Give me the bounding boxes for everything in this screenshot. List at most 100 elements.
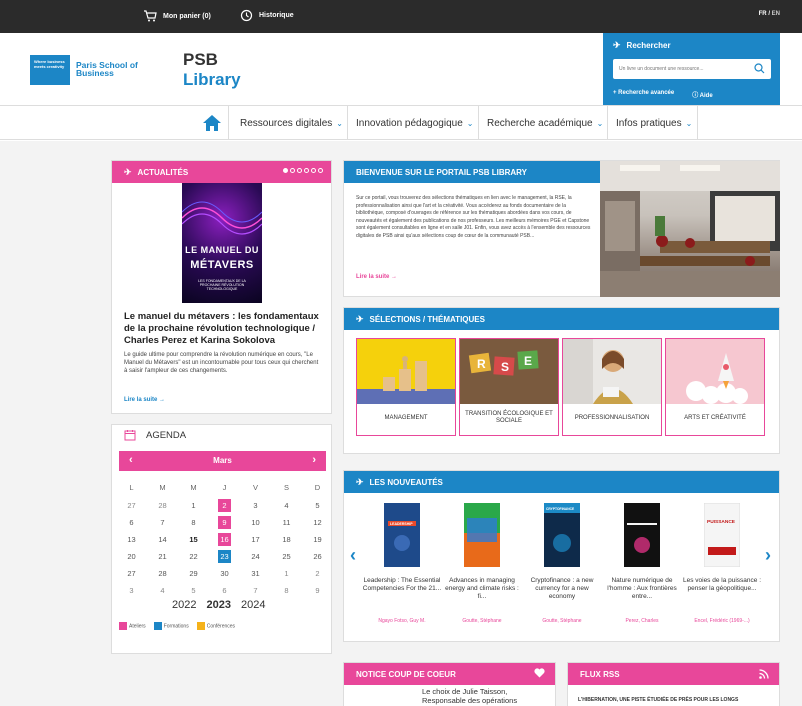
year-selector: 2022 2023 2024	[172, 599, 265, 611]
psb-logo-mark[interactable]: Where business meets creativity	[30, 55, 70, 85]
book-author[interactable]: Encel, Frédéric (1969-...)	[682, 618, 762, 624]
calendar-day[interactable]: 19	[311, 533, 324, 546]
lang-fr[interactable]: FR	[759, 11, 767, 17]
rss-item[interactable]: L'HIBERNATION, UNE PISTE ÉTUDIÉE DE PRÈS…	[578, 697, 778, 703]
calendar-day[interactable]: 8	[187, 516, 200, 529]
calendar-day[interactable]: 2	[311, 567, 324, 580]
calendar-day[interactable]: 27	[125, 499, 138, 512]
calendar-day[interactable]: 28	[156, 567, 169, 580]
calendar-day[interactable]: 12	[311, 516, 324, 529]
book-author[interactable]: Perez, Charles	[602, 618, 682, 624]
year-option[interactable]: 2022	[172, 599, 196, 611]
calendar-day[interactable]: 5	[311, 499, 324, 512]
legend-swatch	[119, 622, 127, 630]
calendar-day[interactable]: 18	[280, 533, 293, 546]
year-option[interactable]: 2024	[241, 599, 265, 611]
chevron-down-icon: ⌄	[596, 119, 604, 128]
home-icon[interactable]	[202, 114, 222, 132]
calendar-day[interactable]: 13	[125, 533, 138, 546]
calendar-day[interactable]: 7	[156, 516, 169, 529]
calendar-day[interactable]: 21	[156, 550, 169, 563]
rss-icon[interactable]	[759, 669, 769, 679]
calendar-day[interactable]: 1	[187, 499, 200, 512]
nav-separator	[697, 106, 698, 139]
calendar-day[interactable]: 3	[249, 499, 262, 512]
history-link[interactable]: Historique	[240, 9, 294, 22]
carousel-dot[interactable]	[304, 168, 309, 173]
lang-en[interactable]: EN	[772, 11, 780, 17]
calendar-day[interactable]: 4	[156, 584, 169, 597]
calendar-day[interactable]: 16	[218, 533, 231, 546]
selections-card: ✈ Sélections / Thématiques MANAGEMENT R …	[343, 307, 780, 454]
calendar-day[interactable]: 6	[218, 584, 231, 597]
library-title[interactable]: PSB Library	[183, 50, 241, 90]
book-author[interactable]: Ngayo Fotso, Guy M.	[362, 618, 442, 624]
news-title[interactable]: Le manuel du métavers : les fondamentaux…	[124, 311, 324, 347]
welcome-read-more[interactable]: Lire la suite →	[356, 274, 397, 280]
calendar-day[interactable]: 6	[125, 516, 138, 529]
calendar-day[interactable]: 24	[249, 550, 262, 563]
calendar-day[interactable]: 9	[218, 516, 231, 529]
book-author[interactable]: Goutte, Stéphane	[522, 618, 602, 624]
chevron-right-icon[interactable]: ›	[765, 545, 771, 566]
calendar-day[interactable]: 7	[249, 584, 262, 597]
calendar-day[interactable]: 28	[156, 499, 169, 512]
year-option-selected[interactable]: 2023	[206, 599, 230, 611]
calendar-day[interactable]: 5	[187, 584, 200, 597]
calendar-day[interactable]: 29	[187, 567, 200, 580]
management-image	[357, 339, 455, 404]
calendar-weekday: J	[222, 483, 227, 492]
calendar-day[interactable]: 15	[187, 533, 200, 546]
calendar-day[interactable]: 27	[125, 567, 138, 580]
calendar-day[interactable]: 14	[156, 533, 169, 546]
calendar-day[interactable]: 26	[311, 550, 324, 563]
carousel-dot[interactable]	[297, 168, 302, 173]
nav-item-practical-info[interactable]: Infos pratiques ⌄	[616, 118, 692, 129]
legend-swatch	[196, 622, 205, 630]
advanced-search-link[interactable]: + Recherche avancée	[613, 90, 674, 99]
tile-ecological-transition[interactable]: R S E TRANSITION ÉCOLOGIQUE ET SOCIALE	[459, 338, 559, 436]
carousel-dot[interactable]	[318, 168, 323, 173]
calendar-weekday: S	[283, 483, 289, 492]
calendar-day[interactable]: 1	[280, 567, 293, 580]
calendar-day[interactable]: 17	[249, 533, 262, 546]
calendar-day[interactable]: 8	[280, 584, 293, 597]
cover-line3: LES FONDAMENTAUX DE LA PROCHAINE RÉVOLUT…	[198, 279, 246, 291]
chevron-left-icon[interactable]: ‹	[350, 545, 356, 566]
calendar-day[interactable]: 31	[249, 567, 262, 580]
help-link[interactable]: ⓘ Aide	[692, 90, 712, 99]
calendar-day[interactable]: 9	[311, 584, 324, 597]
search-input[interactable]	[613, 59, 741, 79]
calendar-day[interactable]: 22	[187, 550, 200, 563]
tile-management[interactable]: MANAGEMENT	[356, 338, 456, 436]
calendar-day[interactable]: 23	[218, 550, 231, 563]
nav-separator	[347, 106, 348, 139]
nav-item-pedagogical-innovation[interactable]: Innovation pédagogique ⌄	[356, 118, 473, 129]
chevron-down-icon: ⌄	[336, 119, 343, 128]
calendar-day[interactable]: 20	[125, 550, 138, 563]
calendar-day[interactable]: 10	[249, 516, 262, 529]
nav-item-academic-research[interactable]: Recherche académique ⌄	[487, 118, 603, 129]
notice-text: Le choix de Julie Taisson, Responsable d…	[422, 687, 518, 705]
calendar-day[interactable]: 2	[218, 499, 231, 512]
news-book-cover[interactable]: LE MANUEL DU MÉTAVERS LES FONDAMENTAUX D…	[182, 183, 262, 303]
chevron-right-icon[interactable]: ›	[312, 454, 316, 466]
book-author[interactable]: Goutte, Stéphane	[442, 618, 522, 624]
tile-arts-creativity[interactable]: ARTS et CRÉATIVITÉ	[665, 338, 765, 436]
carousel-dot[interactable]	[283, 168, 288, 173]
library-photo	[600, 161, 780, 297]
calendar-day[interactable]: 25	[280, 550, 293, 563]
nav-item-digital-resources[interactable]: Ressources digitales ⌄	[240, 118, 343, 129]
tile-professionalisation[interactable]: PROFESSIONNALISATION	[562, 338, 662, 436]
calendar-day[interactable]: 11	[280, 516, 293, 529]
carousel-dot[interactable]	[311, 168, 316, 173]
calendar-day[interactable]: 4	[280, 499, 293, 512]
cart-link[interactable]: Mon panier (0)	[143, 10, 211, 22]
calendar-day[interactable]: 3	[125, 584, 138, 597]
carousel-dot[interactable]	[290, 168, 295, 173]
search-icon[interactable]	[754, 63, 765, 74]
psb-logo-name[interactable]: Paris School of Business	[76, 61, 146, 78]
news-read-more[interactable]: Lire la suite →	[124, 397, 165, 403]
calendar-weekday: M	[190, 483, 197, 492]
calendar-day[interactable]: 30	[218, 567, 231, 580]
